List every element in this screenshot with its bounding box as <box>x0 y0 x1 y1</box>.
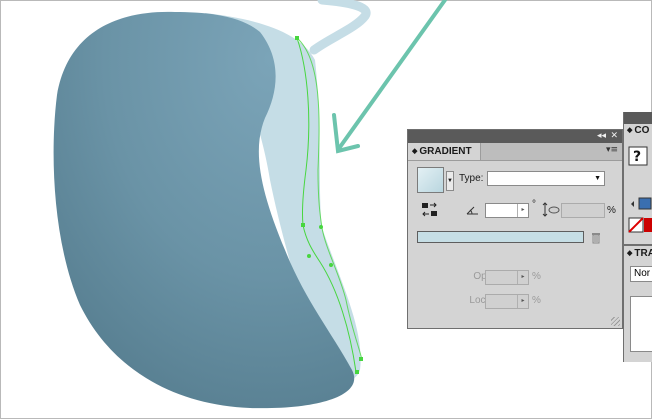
gradient-swatch[interactable] <box>417 167 444 193</box>
tab-gradient-label: GRADIENT <box>419 146 472 157</box>
resize-grip[interactable] <box>611 317 620 326</box>
degree-symbol: ° <box>532 199 536 210</box>
panel-divider <box>624 244 652 246</box>
blend-mode-select[interactable]: Nor <box>630 266 652 282</box>
location-dropdown-icon[interactable]: ▸ <box>517 295 528 308</box>
string-stroke <box>309 0 371 55</box>
location-field[interactable]: ▸ <box>485 294 529 309</box>
type-label: Type: <box>459 173 484 184</box>
opacity-dropdown-icon[interactable]: ▸ <box>517 271 528 284</box>
collapse-icon[interactable]: ◂◂ <box>597 130 606 143</box>
reverse-gradient-icon[interactable] <box>421 202 439 218</box>
tab-expand-icon[interactable]: ◆ <box>412 148 417 155</box>
handle-point[interactable] <box>319 225 323 229</box>
tab-color-label: CO <box>634 125 650 136</box>
type-select[interactable]: ▼ <box>487 171 605 186</box>
blend-mode-value: Nor <box>634 268 651 279</box>
tab-transparency-label: TRA <box>634 248 652 259</box>
handle-point[interactable] <box>329 263 333 267</box>
anchor-point[interactable] <box>359 357 363 361</box>
tab-row: ◆ GRADIENT ▾≡ <box>408 143 622 161</box>
aspect-ratio-field[interactable] <box>561 203 605 218</box>
percent-symbol: % <box>607 205 616 216</box>
tab-expand-icon: ◆ <box>627 127 633 134</box>
tab-expand-icon: ◆ <box>627 250 633 257</box>
transparency-thumbnail[interactable] <box>630 296 652 352</box>
anchor-point[interactable] <box>301 223 305 227</box>
gradient-slider-bar[interactable] <box>417 231 584 243</box>
tab-gradient[interactable]: ◆ GRADIENT <box>408 143 481 160</box>
arrow-head <box>332 113 360 154</box>
right-panel-dock: ◆ CO ? ◆ TRA Nor <box>623 112 652 362</box>
handle-point[interactable] <box>307 254 311 258</box>
trash-icon[interactable] <box>591 232 601 244</box>
anchor-point[interactable] <box>355 370 359 374</box>
angle-field[interactable]: ▸ <box>485 203 529 218</box>
tab-color[interactable]: ◆ CO <box>627 125 649 136</box>
svg-text:?: ? <box>633 149 641 165</box>
gradient-panel: ◂◂ ✕ ◆ GRADIENT ▾≡ ▼ Type: ▼ ▸ ° % ▸ % ▸… <box>407 129 623 329</box>
angle-dropdown-icon[interactable]: ▸ <box>517 204 528 217</box>
side-panel-titlebar[interactable] <box>624 112 652 124</box>
close-icon[interactable]: ✕ <box>610 130 618 143</box>
panel-titlebar[interactable]: ◂◂ ✕ <box>408 130 622 143</box>
help-icon[interactable]: ? <box>628 146 650 168</box>
anchor-point[interactable] <box>295 36 299 40</box>
opacity-field[interactable]: ▸ <box>485 270 529 285</box>
location-percent-symbol: % <box>532 295 541 306</box>
panel-menu-icon[interactable]: ▾≡ <box>606 145 618 155</box>
angle-icon <box>466 206 478 215</box>
aspect-ratio-icon <box>542 202 560 217</box>
color-mode-icon[interactable] <box>628 196 652 210</box>
chevron-down-icon: ▼ <box>594 175 601 182</box>
opacity-percent-symbol: % <box>532 271 541 282</box>
swatch-dropdown-button[interactable]: ▼ <box>446 171 454 191</box>
tab-transparency[interactable]: ◆ TRA <box>627 248 652 259</box>
none-color-swatch-icon[interactable] <box>628 217 652 235</box>
